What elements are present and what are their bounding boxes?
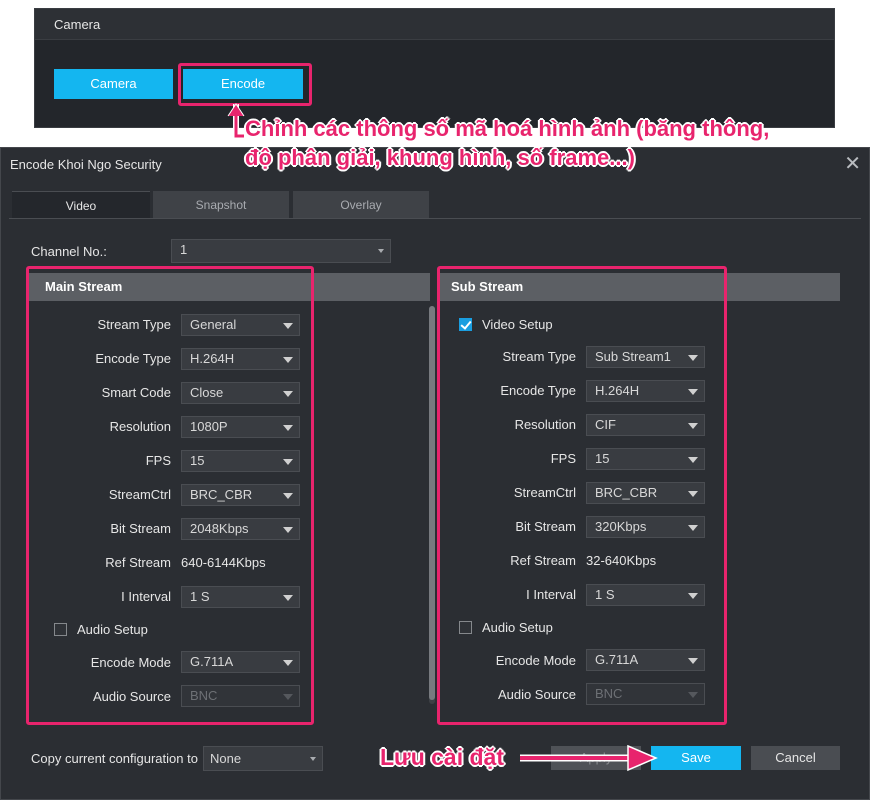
encode-note-line2: độ phân giải, khung hình, số frame...) — [245, 145, 635, 170]
encode-note-line1: Chỉnh các thông số mã hoá hình ảnh (băng… — [245, 116, 770, 141]
save-note: Lưu cài đặt — [380, 744, 505, 770]
